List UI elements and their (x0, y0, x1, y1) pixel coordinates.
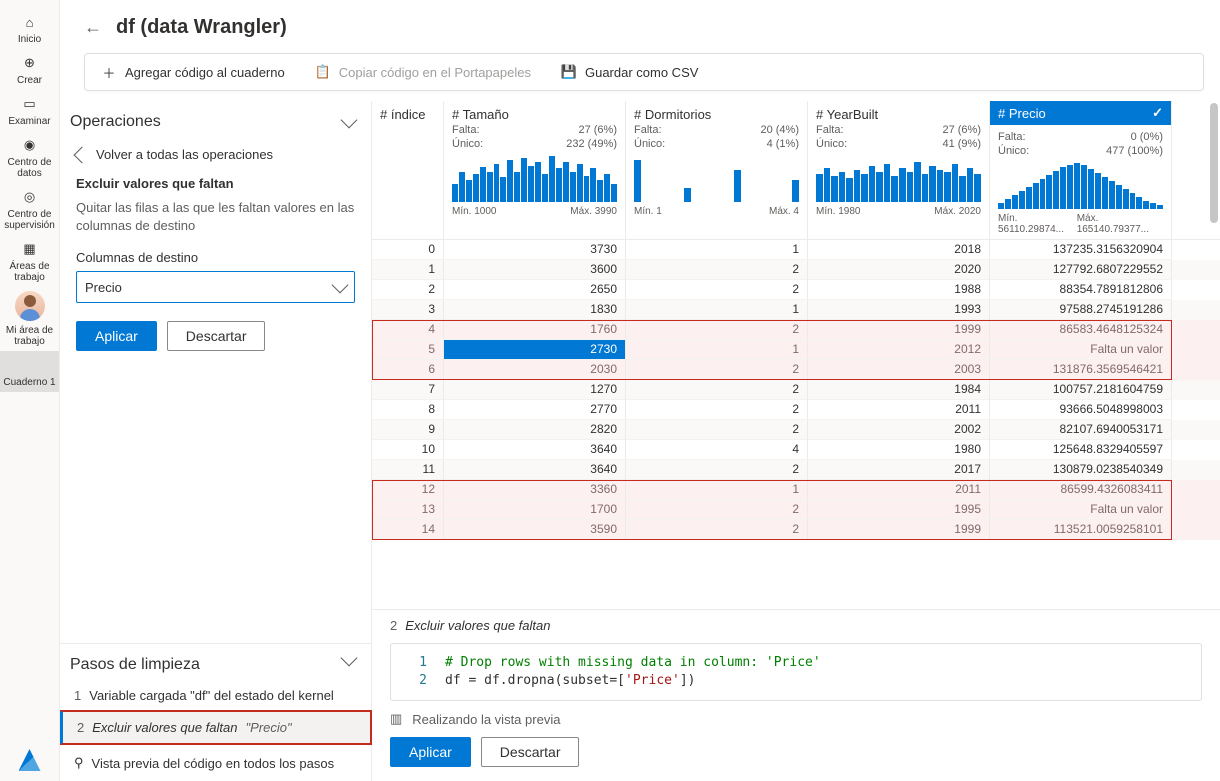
plus-circle-icon: ⊕ (20, 53, 40, 73)
save-csv-button[interactable]: 💾 Guardar como CSV (561, 64, 698, 80)
table-row[interactable]: 318301199397588.2745191286 (372, 300, 1220, 320)
column-headers: # índice# TamañoFalta:27 (6%)Único:232 (… (372, 101, 1220, 240)
preview-all-code-link[interactable]: ⚲ Vista previa del código en todos los p… (60, 744, 371, 781)
vertical-scrollbar[interactable] (1206, 101, 1220, 781)
apply-code-button[interactable]: Aplicar (390, 737, 471, 767)
avatar-icon (15, 291, 45, 321)
step-item-active[interactable]: 2 Excluir valores que faltan "Precio" (60, 711, 371, 744)
chevron-down-icon[interactable] (341, 650, 358, 667)
code-editor[interactable]: 1# Drop rows with missing data in column… (390, 643, 1202, 701)
table-row[interactable]: 1360022020127792.6807229552 (372, 260, 1220, 280)
table-row[interactable]: 10364041980125648.8329405597 (372, 440, 1220, 460)
target-columns-label: Columnas de destino (76, 250, 355, 265)
table-row[interactable]: 11364022017130879.0238540349 (372, 460, 1220, 480)
nav-item-notebook[interactable]: Cuaderno 1 (0, 351, 59, 392)
nav-item-folder[interactable]: ▭Examinar (0, 90, 59, 131)
data-rows[interactable]: 0373012018137235.31563209041360022020127… (372, 240, 1220, 609)
copy-code-button[interactable]: 📋 Copiar código en el Portapapeles (315, 64, 531, 80)
status-message: ▥ Realizando la vista previa (390, 711, 1202, 727)
header: ← df (data Wrangler) (60, 0, 1220, 43)
table-row[interactable]: 928202200282107.6940053171 (372, 420, 1220, 440)
target-column-select[interactable]: Precio (76, 271, 355, 303)
discard-button[interactable]: Descartar (167, 321, 266, 351)
discard-code-button[interactable]: Descartar (481, 737, 580, 767)
toolbar: ＋ Agregar código al cuaderno 📋 Copiar có… (84, 53, 1204, 91)
column-header-year[interactable]: # YearBuiltFalta:27 (6%)Único:41 (9%)Mín… (808, 101, 990, 239)
table-row[interactable]: 13170021995Falta un valor (372, 500, 1220, 520)
chevron-down-icon[interactable] (341, 112, 358, 129)
chevron-down-icon (332, 277, 349, 294)
column-header-precio[interactable]: # PrecioFalta:0 (0%)Único:477 (100%)Mín.… (990, 101, 1172, 239)
table-row[interactable]: 6203022003131876.3569546421 (372, 360, 1220, 380)
home-icon: ⌂ (20, 12, 40, 32)
column-header-dorm[interactable]: # DormitoriosFalta:20 (4%)Único:4 (1%)Mí… (626, 101, 808, 239)
operation-title: Excluir valores que faltan (76, 176, 355, 191)
workspace-icon: ▦ (20, 239, 40, 259)
operations-panel: Operaciones Volver a todas las operacion… (60, 101, 372, 781)
nav-item-monitor[interactable]: ◎Centro de supervisión (0, 183, 59, 235)
folder-icon: ▭ (20, 94, 40, 114)
nav-item-plus-circle[interactable]: ⊕Crear (0, 49, 59, 90)
save-icon: 💾 (561, 64, 577, 80)
loading-icon: ▥ (390, 711, 402, 727)
nav-item-avatar[interactable]: Mi área de trabajo (0, 287, 59, 351)
check-icon (1152, 105, 1163, 121)
code-step-title: Excluir valores que faltan (405, 618, 550, 633)
apply-button[interactable]: Aplicar (76, 321, 157, 351)
page-title: df (data Wrangler) (116, 16, 287, 39)
back-to-operations-link[interactable]: Volver a todas las operaciones (76, 147, 355, 162)
table-row[interactable]: 14359021999113521.0059258101 (372, 520, 1220, 540)
data-grid: # índice# TamañoFalta:27 (6%)Único:232 (… (372, 101, 1220, 781)
nav-item-database[interactable]: ◉Centro de datos (0, 131, 59, 183)
table-row[interactable]: 226502198888354.7891812806 (372, 280, 1220, 300)
operation-description: Quitar las filas a las que les faltan va… (76, 199, 355, 234)
table-row[interactable]: 5273012012Falta un valor (372, 340, 1220, 360)
table-row[interactable]: 7127021984100757.2181604759 (372, 380, 1220, 400)
code-icon: ⚲ (74, 755, 84, 771)
column-header-indice[interactable]: # índice (372, 101, 444, 239)
clipboard-icon: 📋 (315, 64, 331, 80)
chevron-left-icon (74, 146, 91, 163)
monitor-icon: ◎ (20, 187, 40, 207)
step-item[interactable]: 1 Variable cargada "df" del estado del k… (60, 680, 371, 711)
database-icon: ◉ (20, 135, 40, 155)
plus-icon: ＋ (101, 64, 117, 80)
notebook-icon (20, 355, 40, 375)
back-arrow-icon[interactable]: ← (84, 17, 102, 38)
steps-title: Pasos de limpieza (70, 656, 200, 674)
column-header-tamano[interactable]: # TamañoFalta:27 (6%)Único:232 (49%)Mín.… (444, 101, 626, 239)
nav-item-home[interactable]: ⌂Inicio (0, 8, 59, 49)
table-row[interactable]: 417602199986583.4648125324 (372, 320, 1220, 340)
nav-rail: ⌂Inicio⊕Crear▭Examinar◉Centro de datos◎C… (0, 0, 60, 781)
fabric-logo-icon (19, 749, 41, 771)
operations-title: Operaciones (70, 113, 161, 131)
table-row[interactable]: 0373012018137235.3156320904 (372, 240, 1220, 260)
nav-item-workspace[interactable]: ▦Áreas de trabajo (0, 235, 59, 287)
table-row[interactable]: 827702201193666.5048998003 (372, 400, 1220, 420)
add-code-button[interactable]: ＋ Agregar código al cuaderno (101, 64, 285, 80)
cleaning-steps-panel: Pasos de limpieza 1 Variable cargada "df… (60, 643, 371, 781)
table-row[interactable]: 1233601201186599.4326083411 (372, 480, 1220, 500)
code-preview-panel: 2 Excluir valores que faltan 1# Drop row… (372, 609, 1220, 781)
